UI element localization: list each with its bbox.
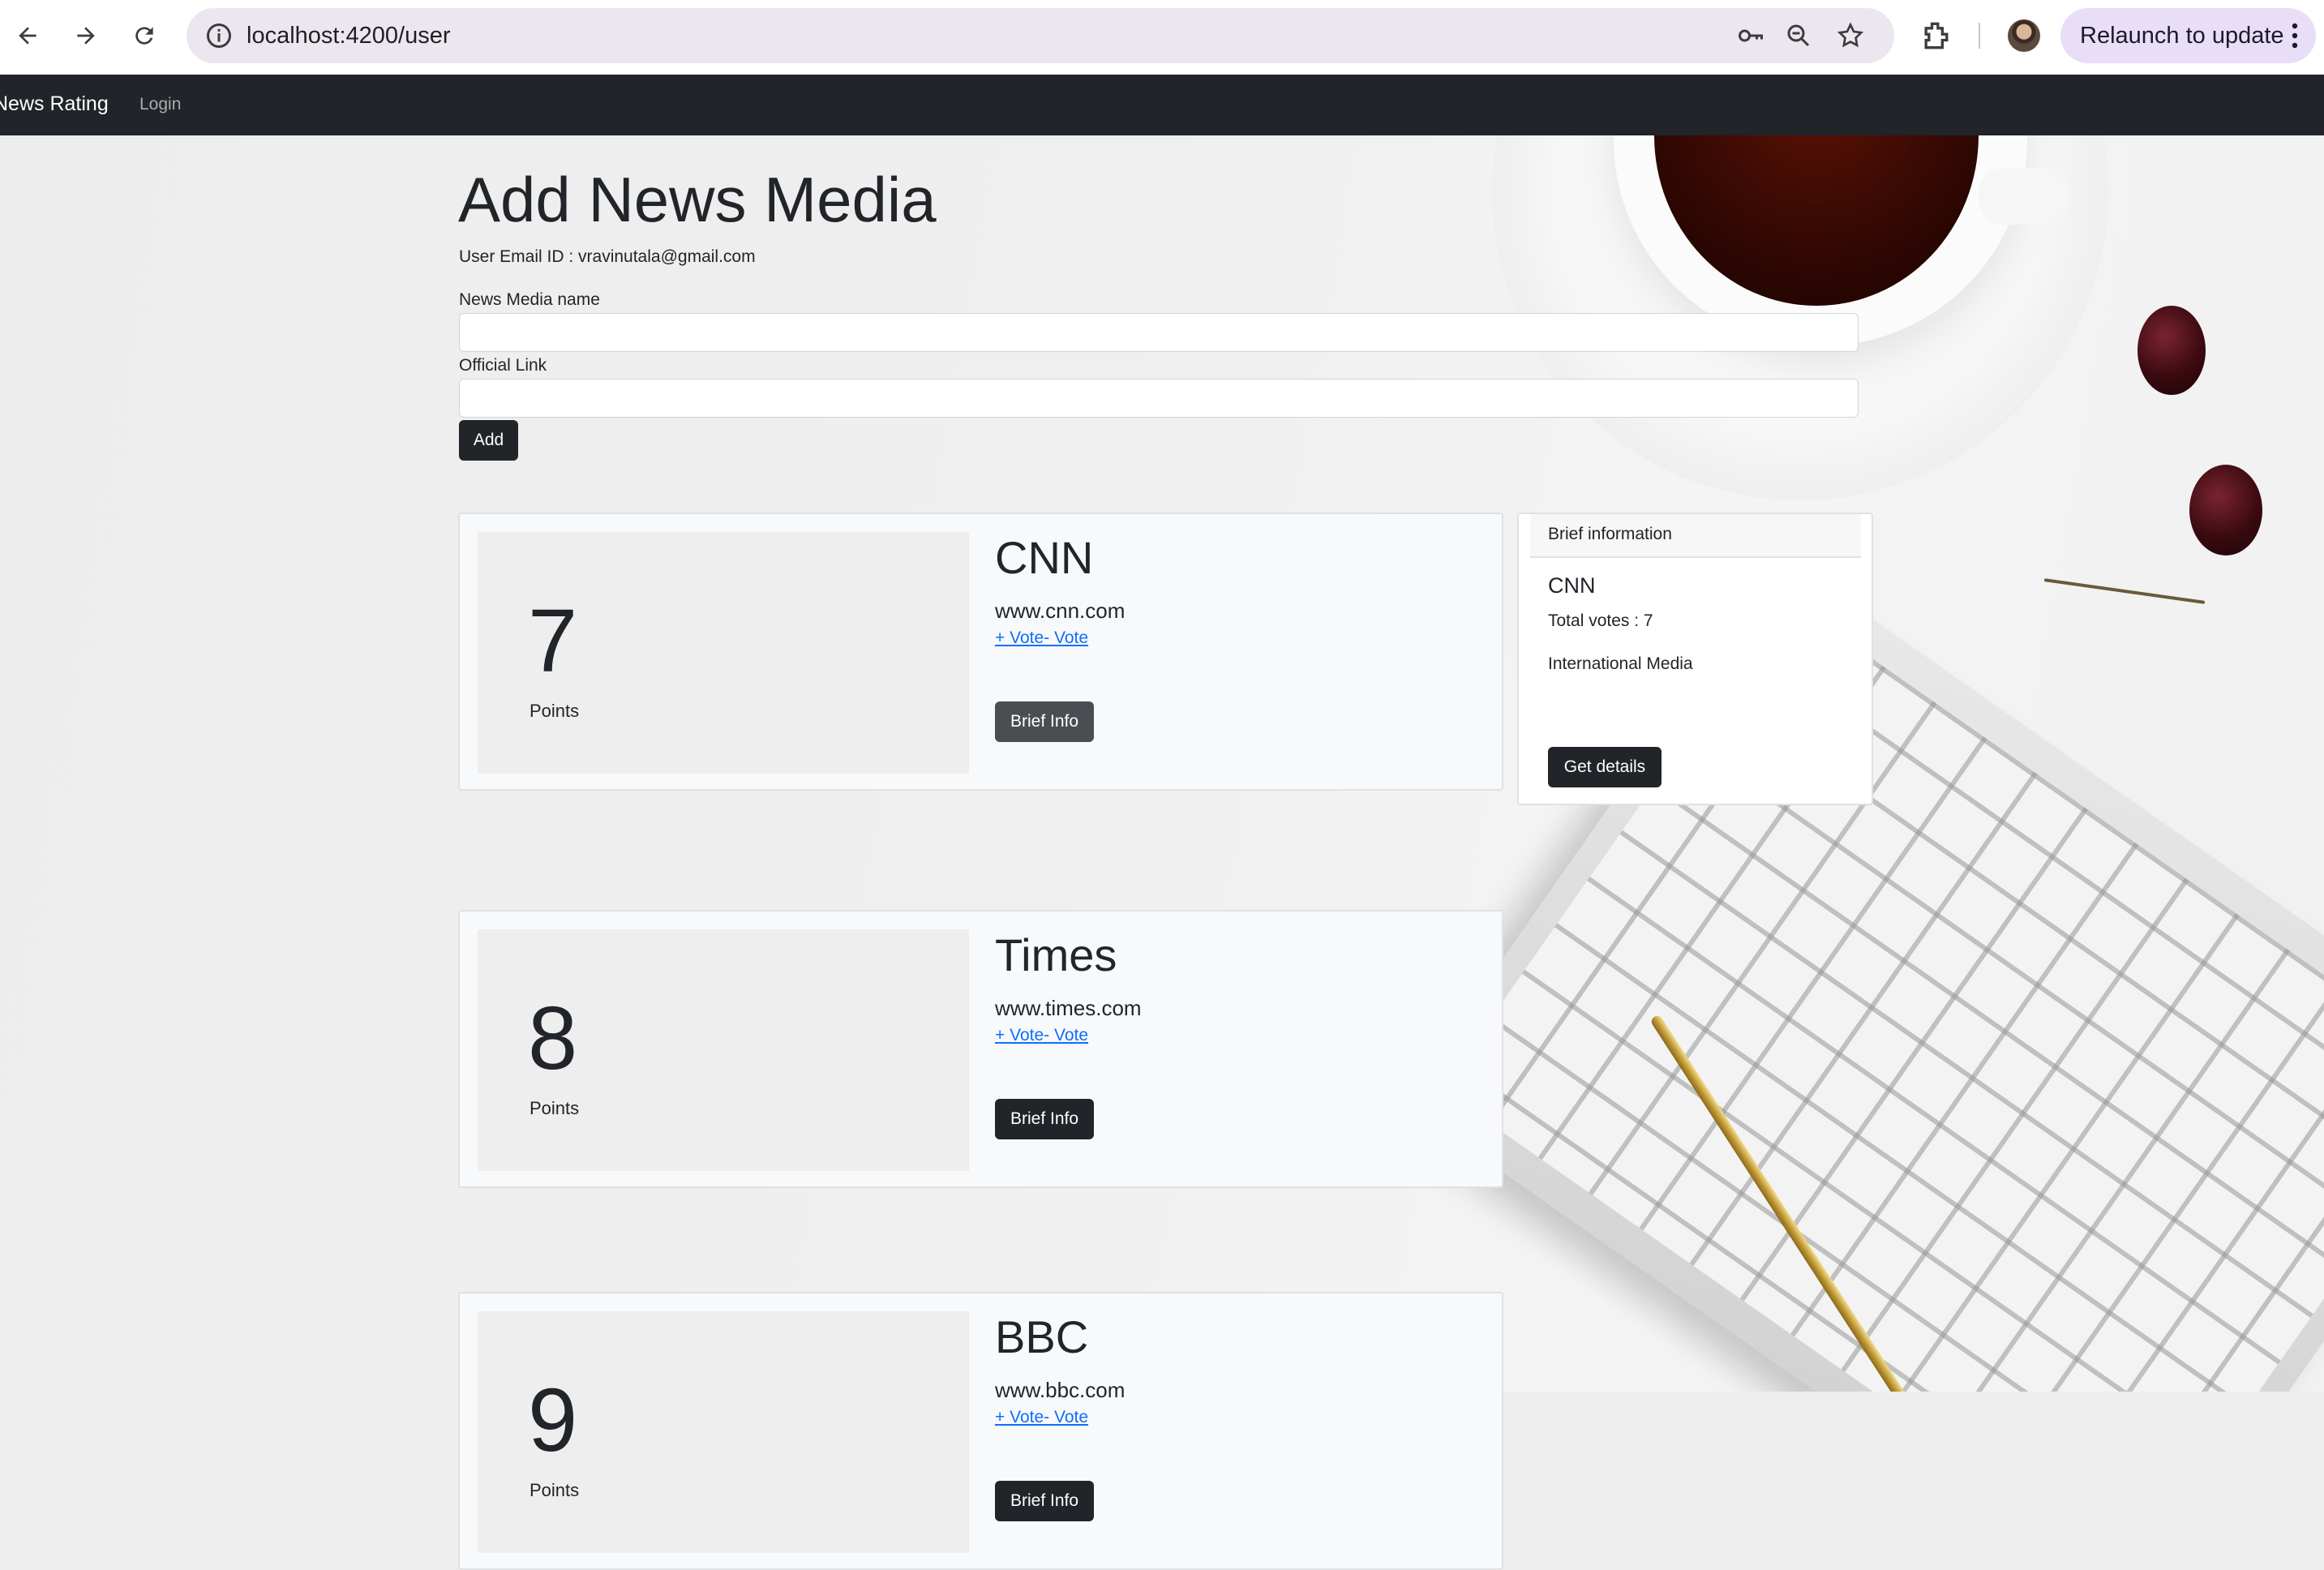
media-card: 8 Points Times www.times.com + Vote- Vot… xyxy=(458,910,1503,1188)
media-card: 9 Points BBC www.bbc.com + Vote- Vote Br… xyxy=(458,1292,1503,1570)
points-label: Points xyxy=(530,1480,580,1500)
media-url: www.bbc.com xyxy=(995,1378,1126,1402)
get-details-button[interactable]: Get details xyxy=(1548,747,1662,787)
media-url: www.cnn.com xyxy=(995,598,1126,623)
vote-links[interactable]: + Vote- Vote xyxy=(995,1023,1088,1048)
page-title: Add News Media xyxy=(458,164,937,235)
brief-info-category: International Media xyxy=(1548,654,1693,673)
vote-links[interactable]: + Vote- Vote xyxy=(995,1405,1088,1430)
cherry-image xyxy=(2137,306,2206,395)
relaunch-label: Relaunch to update xyxy=(2080,23,2284,49)
points-value: 7 xyxy=(528,591,578,691)
brief-info-button[interactable]: Brief Info xyxy=(995,701,1094,742)
profile-avatar[interactable] xyxy=(2008,19,2040,52)
points-value: 8 xyxy=(528,989,578,1088)
brief-info-votes: Total votes : 7 xyxy=(1548,611,1653,630)
cherry-stem-image xyxy=(2043,578,2206,604)
points-box: 7 Points xyxy=(478,532,969,774)
vote-links[interactable]: + Vote- Vote xyxy=(995,626,1088,650)
brief-info-button[interactable]: Brief Info xyxy=(995,1099,1094,1139)
media-name-label: News Media name xyxy=(459,290,600,309)
brief-info-header: Brief information xyxy=(1530,514,1861,558)
points-label: Points xyxy=(530,701,580,721)
cherry-image xyxy=(2189,465,2262,556)
cup-handle-image xyxy=(1979,168,2068,225)
media-name: CNN xyxy=(995,532,1094,583)
official-link-input[interactable] xyxy=(459,379,1859,418)
official-link-label: Official Link xyxy=(459,356,547,375)
points-label: Points xyxy=(530,1098,580,1118)
media-name-input[interactable] xyxy=(459,313,1859,352)
brief-info-panel: Brief information CNN Total votes : 7 In… xyxy=(1517,513,1873,805)
forward-icon[interactable] xyxy=(66,16,105,55)
media-name: BBC xyxy=(995,1311,1089,1362)
media-name: Times xyxy=(995,929,1117,980)
site-navbar: News Rating Login xyxy=(0,75,2324,135)
reload-icon[interactable] xyxy=(125,16,164,55)
extensions-icon[interactable] xyxy=(1919,18,1954,54)
brand-link[interactable]: News Rating xyxy=(0,90,109,118)
points-box: 9 Points xyxy=(478,1311,969,1553)
brief-info-button[interactable]: Brief Info xyxy=(995,1481,1094,1521)
add-button[interactable]: Add xyxy=(459,420,518,461)
url-text[interactable]: localhost:4200/user xyxy=(247,21,451,50)
points-value: 9 xyxy=(528,1371,578,1470)
relaunch-button[interactable]: Relaunch to update xyxy=(2060,8,2316,63)
points-box: 8 Points xyxy=(478,929,969,1171)
nav-login-link[interactable]: Login xyxy=(139,92,181,117)
back-icon[interactable] xyxy=(8,16,47,55)
zoom-icon[interactable] xyxy=(1784,21,1813,50)
more-menu-icon[interactable] xyxy=(2292,23,2298,49)
media-url: www.times.com xyxy=(995,996,1142,1020)
brief-info-header-text: Brief information xyxy=(1548,525,1672,543)
brief-info-name: CNN xyxy=(1548,573,1596,598)
toolbar-divider xyxy=(1979,23,1980,49)
password-key-icon[interactable] xyxy=(1736,21,1765,50)
address-bar[interactable]: localhost:4200/user xyxy=(187,8,1894,63)
user-email-text: User Email ID : vravinutala@gmail.com xyxy=(459,247,756,266)
media-card: 7 Points CNN www.cnn.com + Vote- Vote Br… xyxy=(458,513,1503,791)
browser-toolbar: localhost:4200/user Relaunch to update xyxy=(0,0,2324,75)
site-info-icon[interactable] xyxy=(204,21,234,50)
bookmark-star-icon[interactable] xyxy=(1836,21,1865,50)
